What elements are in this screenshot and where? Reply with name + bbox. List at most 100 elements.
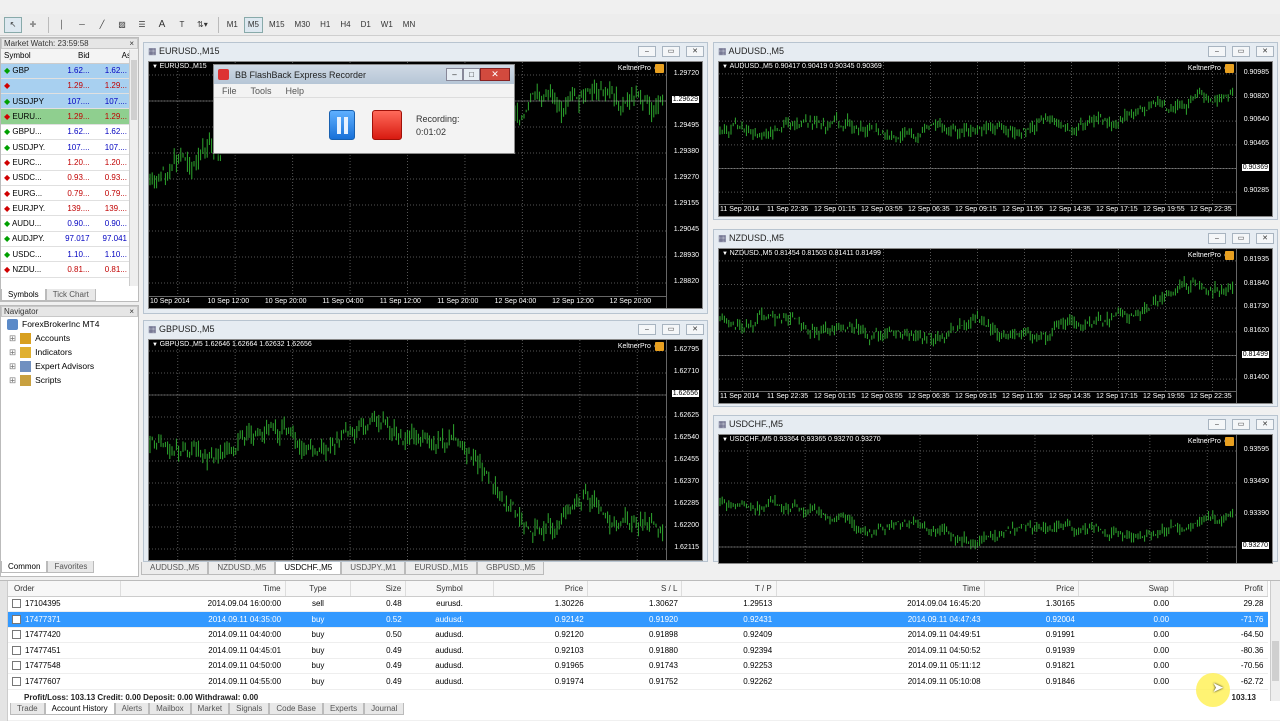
market-watch-row[interactable]: ◆ EURJPY. 139.... 139....	[1, 200, 138, 217]
history-row[interactable]: 17104395 2014.09.04 16:00:00 sell 0.48 eurus…	[0, 596, 1268, 612]
mw-header-bid[interactable]: Bid	[56, 49, 93, 64]
timeframe-mn-button[interactable]: MN	[399, 17, 419, 33]
chart-window-titlebar[interactable]: ▦ GBPUSD.,M5 ‒ ▭ ✕	[144, 321, 707, 337]
market-watch-row[interactable]: ◆ EURG... 0.79... 0.79...	[1, 185, 138, 202]
scrollbar-thumb[interactable]	[131, 60, 137, 120]
column-header[interactable]: Time	[120, 581, 286, 597]
timeframe-h1-button[interactable]: H1	[316, 17, 334, 33]
column-header[interactable]: Time	[776, 581, 986, 597]
market-watch-row[interactable]: ◆ EURC... 1.20... 1.20...	[1, 154, 138, 171]
minimize-button[interactable]: ‒	[638, 323, 656, 335]
column-header[interactable]: T / P	[681, 581, 777, 597]
recorder-menu-help[interactable]: Help	[286, 86, 305, 96]
chart-canvas[interactable]: ▼ AUDUSD.,M5 0.90417 0.90419 0.90345 0.9…	[718, 61, 1273, 217]
terminal-tab-account-history[interactable]: Account History	[44, 703, 115, 715]
timeframe-m5-button[interactable]: M5	[243, 16, 263, 33]
market-watch-scrollbar[interactable]	[129, 50, 138, 286]
pause-button[interactable]	[329, 110, 355, 140]
minimize-button[interactable]: ‒	[446, 68, 463, 81]
column-header[interactable]: Price	[984, 581, 1080, 597]
tab-symbols[interactable]: Symbols	[1, 289, 46, 301]
recorder-titlebar[interactable]: BB FlashBack Express Recorder ‒ □ ✕	[214, 65, 514, 84]
timeframe-h4-button[interactable]: H4	[336, 17, 354, 33]
maximize-button[interactable]: ▭	[1232, 232, 1250, 244]
column-header[interactable]: Price	[493, 581, 589, 597]
market-watch-row[interactable]: ◆ USDC... 0.93... 0.93...	[1, 170, 138, 186]
terminal-tab-mailbox[interactable]: Mailbox	[149, 703, 191, 715]
tab-favorites[interactable]: Favorites	[47, 561, 95, 573]
expand-icon[interactable]: ⊞	[9, 347, 16, 358]
chart-window-titlebar[interactable]: ▦ AUDUSD.,M5 ‒ ▭ ✕	[714, 43, 1277, 59]
minimize-button[interactable]: ‒	[1208, 45, 1226, 57]
trendline-button[interactable]: ╱	[93, 17, 111, 33]
terminal-tab-journal[interactable]: Journal	[364, 703, 405, 715]
close-icon[interactable]: ×	[129, 307, 134, 316]
chart-canvas[interactable]: ▼ GBPUSD.,M5 1.62646 1.62664 1.62632 1.6…	[148, 339, 703, 561]
chart-canvas[interactable]: ▼ USDCHF.,M5 0.93364 0.93365 0.93270 0.9…	[718, 434, 1273, 564]
recorder-menu-tools[interactable]: Tools	[251, 86, 272, 96]
arrows-button[interactable]: ⇅▾	[193, 17, 212, 33]
maximize-button[interactable]: ▭	[662, 45, 680, 57]
timeframe-m30-button[interactable]: M30	[291, 17, 315, 33]
terminal-tab-code-base[interactable]: Code Base	[269, 703, 323, 715]
history-row[interactable]: 17477607 2014.09.11 04:55:00 buy 0.49 audusd…	[0, 673, 1268, 690]
market-watch-row[interactable]: ◆ AUDJPY. 97.017 97.041	[1, 231, 138, 248]
stop-button[interactable]	[372, 110, 402, 140]
history-row[interactable]: 17477420 2014.09.11 04:40:00 buy 0.50 audusd…	[0, 627, 1268, 643]
terminal-tab-alerts[interactable]: Alerts	[114, 703, 150, 715]
chart-tab[interactable]: EURUSD.,M15	[405, 562, 478, 575]
chart-window-titlebar[interactable]: ▦ NZDUSD.,M5 ‒ ▭ ✕	[714, 230, 1277, 246]
text-label-button[interactable]: T	[173, 17, 191, 33]
maximize-button[interactable]: ▭	[662, 323, 680, 335]
chart-window-titlebar[interactable]: ▦ EURUSD.,M15 ‒ ▭ ✕	[144, 43, 707, 59]
close-button[interactable]: ✕	[480, 68, 510, 81]
chart-window-titlebar[interactable]: ▦ USDCHF.,M5 ‒ ▭ ✕	[714, 416, 1277, 432]
fibonacci-button[interactable]: ☰	[133, 17, 151, 33]
close-button[interactable]: ✕	[1256, 232, 1274, 244]
column-header[interactable]: S / L	[587, 581, 683, 597]
terminal-scrollbar[interactable]	[1270, 581, 1280, 701]
chart-tab[interactable]: USDCHF.,M5	[275, 562, 342, 575]
market-watch-row[interactable]: ◆ NZDU... 0.81... 0.81...	[1, 261, 138, 278]
market-watch-row[interactable]: ◆ EURU... 1.29... 1.29...	[1, 108, 138, 125]
market-watch-row[interactable]: ◆ USDJPY. 107.... 107....	[1, 139, 138, 156]
market-watch-row[interactable]: ◆ USDC... 1.10... 1.10...	[1, 246, 138, 263]
cursor-tool-button[interactable]: ↖	[4, 16, 22, 33]
channel-button[interactable]: ▨	[113, 17, 131, 33]
history-row[interactable]: 17477371 2014.09.11 04:35:00 buy 0.52 audusd…	[0, 611, 1268, 628]
column-header[interactable]: Swap	[1078, 581, 1174, 597]
minimize-button[interactable]: ‒	[1208, 232, 1226, 244]
navigator-item-scripts[interactable]: ⊞ Scripts	[1, 373, 138, 387]
market-watch-row[interactable]: ◆ USDJPY 107.... 107....	[1, 93, 138, 110]
close-button[interactable]: ✕	[686, 45, 704, 57]
vertical-line-button[interactable]: │	[53, 17, 71, 33]
expand-icon[interactable]: ⊞	[9, 361, 16, 372]
market-watch-row[interactable]: ◆ GBP 1.62... 1.62...	[1, 63, 138, 79]
history-row[interactable]: 17477451 2014.09.11 04:45:01 buy 0.49 audusd…	[0, 642, 1268, 659]
terminal-tab-experts[interactable]: Experts	[322, 703, 365, 715]
maximize-button[interactable]: □	[463, 68, 480, 81]
chart-tab[interactable]: AUDUSD.,M5	[141, 562, 209, 575]
chart-tab[interactable]: GBPUSD.,M5	[477, 562, 545, 575]
close-button[interactable]: ✕	[686, 323, 704, 335]
maximize-button[interactable]: ▭	[1232, 418, 1250, 430]
expand-icon[interactable]: ⊞	[9, 375, 16, 386]
market-watch-row[interactable]: ◆ AUDU... 0.90... 0.90...	[1, 215, 138, 232]
close-button[interactable]: ✕	[1256, 418, 1274, 430]
navigator-root[interactable]: ForexBrokerInc MT4	[1, 317, 138, 331]
navigator-item-expert-advisors[interactable]: ⊞ Expert Advisors	[1, 359, 138, 373]
timeframe-m15-button[interactable]: M15	[265, 17, 289, 33]
timeframe-m1-button[interactable]: M1	[223, 17, 242, 33]
column-header[interactable]: Type	[285, 581, 352, 597]
mw-header-symbol[interactable]: Symbol	[1, 49, 57, 64]
column-header[interactable]: Order	[0, 581, 122, 597]
terminal-tab-trade[interactable]: Trade	[10, 703, 45, 715]
close-button[interactable]: ✕	[1256, 45, 1274, 57]
chart-canvas[interactable]: ▼ NZDUSD.,M5 0.81454 0.81503 0.81411 0.8…	[718, 248, 1273, 404]
terminal-tab-signals[interactable]: Signals	[229, 703, 270, 715]
timeframe-w1-button[interactable]: W1	[377, 17, 397, 33]
market-watch-row[interactable]: ◆ GBPU... 1.62... 1.62...	[1, 124, 138, 140]
column-header[interactable]: Size	[350, 581, 407, 597]
terminal-side-bar[interactable]	[0, 581, 8, 721]
scrollbar-thumb[interactable]	[1272, 641, 1279, 681]
